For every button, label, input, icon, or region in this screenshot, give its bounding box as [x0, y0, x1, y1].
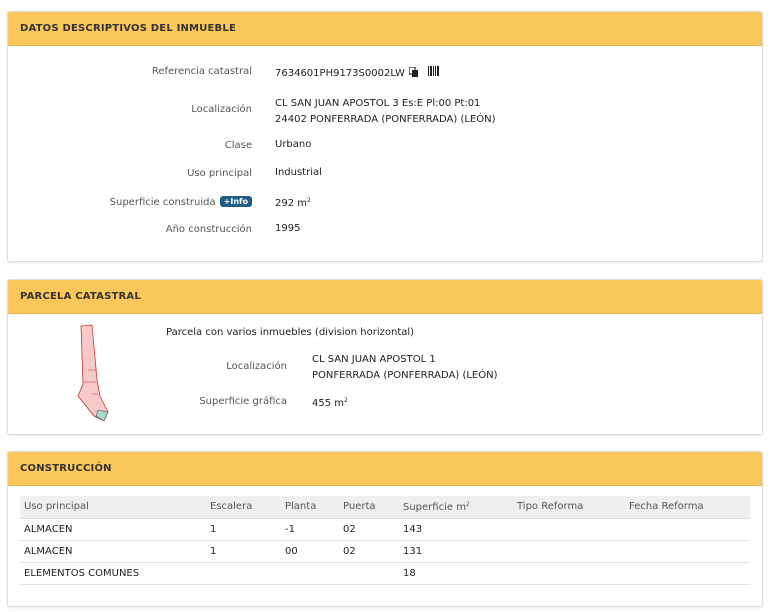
- cell-fecha-reforma: [625, 540, 750, 563]
- cell-superficie: 143: [399, 518, 513, 541]
- cell-escalera: [206, 562, 281, 585]
- copy-icon[interactable]: [408, 66, 418, 77]
- panel-header: DATOS DESCRIPTIVOS DEL INMUEBLE: [8, 12, 762, 46]
- superficie-grafica-text: 455 m: [312, 398, 345, 409]
- panel-parcela-catastral: PARCELA CATASTRAL Parcela con varios inm…: [7, 279, 763, 435]
- cell-fecha-reforma: [625, 562, 750, 585]
- label-referencia: Referencia catastral: [151, 66, 252, 77]
- label-localizacion: Localización: [191, 104, 252, 115]
- localizacion-line2: 24402 PONFERRADA (PONFERRADA) (LEÓN): [275, 114, 496, 125]
- label-parcela-localizacion: Localización: [226, 361, 287, 372]
- col-escalera: Escalera: [206, 496, 281, 519]
- referencia-text: 7634601PH9173S0002LW: [275, 68, 405, 79]
- cell-puerta: [339, 562, 399, 585]
- col-planta: Planta: [281, 496, 339, 519]
- col-fecha-reforma: Fecha Reforma: [625, 496, 750, 519]
- value-superficie-grafica: 455 m2: [312, 393, 348, 412]
- cell-superficie: 18: [399, 562, 513, 585]
- panel-header: PARCELA CATASTRAL: [8, 280, 762, 314]
- construccion-table: Uso principal Escalera Planta Puerta Sup…: [20, 496, 750, 585]
- panel-datos-descriptivos: DATOS DESCRIPTIVOS DEL INMUEBLE Referenc…: [7, 11, 763, 262]
- superficie-label-text: Superficie construida: [109, 197, 216, 208]
- table-header-row: Uso principal Escalera Planta Puerta Sup…: [20, 496, 750, 519]
- panel-title: DATOS DESCRIPTIVOS DEL INMUEBLE: [20, 23, 236, 34]
- value-superficie-construida: 292 m2: [275, 193, 311, 212]
- cell-tipo-reforma: [513, 518, 625, 541]
- cell-superficie: 131: [399, 540, 513, 563]
- cell-tipo-reforma: [513, 562, 625, 585]
- cell-fecha-reforma: [625, 518, 750, 541]
- table-row: ELEMENTOS COMUNES 18: [20, 562, 750, 585]
- col-tipo-reforma: Tipo Reforma: [513, 496, 625, 519]
- label-superficie-grafica: Superficie gráfica: [199, 396, 287, 407]
- label-superficie-construida: Superficie construida +Info: [110, 196, 252, 208]
- panel-header: CONSTRUCCIÓN: [8, 452, 762, 486]
- cell-uso: ELEMENTOS COMUNES: [20, 562, 206, 585]
- panel-title: PARCELA CATASTRAL: [20, 291, 141, 302]
- col-uso-principal: Uso principal: [20, 496, 206, 519]
- info-button[interactable]: +Info: [219, 196, 252, 207]
- unit-exponent: 2: [465, 500, 470, 508]
- label-anio-construccion: Año construcción: [165, 224, 252, 235]
- value-referencia: 7634601PH9173S0002LW: [275, 66, 440, 82]
- value-clase: Urbano: [275, 139, 312, 150]
- col-superficie: Superficie m2: [399, 496, 513, 519]
- localizacion-line1: CL SAN JUAN APOSTOL 3 Es:E Pl:00 Pt:01: [275, 98, 481, 109]
- parcela-localizacion-line1: CL SAN JUAN APOSTOL 1: [312, 354, 436, 365]
- cell-escalera: 1: [206, 540, 281, 563]
- col-superficie-text: Superficie m: [403, 501, 466, 513]
- superficie-value-text: 292 m: [275, 198, 308, 209]
- barcode-icon[interactable]: [427, 66, 440, 76]
- panel-construccion: CONSTRUCCIÓN Uso principal Escalera Plan…: [7, 451, 763, 607]
- parcela-localizacion-line2: PONFERRADA (PONFERRADA) (LEÓN): [312, 370, 498, 381]
- table-row: ALMACEN 1 00 02 131: [20, 540, 750, 563]
- cell-planta: 00: [281, 540, 339, 563]
- parcela-description: Parcela con varios inmuebles (division h…: [166, 327, 415, 338]
- value-parcela-localizacion: CL SAN JUAN APOSTOL 1 PONFERRADA (PONFER…: [312, 352, 498, 384]
- cell-tipo-reforma: [513, 540, 625, 563]
- cell-escalera: 1: [206, 518, 281, 541]
- label-uso-principal: Uso principal: [187, 168, 252, 179]
- cell-uso: ALMACEN: [20, 518, 206, 541]
- value-localizacion: CL SAN JUAN APOSTOL 3 Es:E Pl:00 Pt:01 2…: [275, 96, 496, 128]
- cell-planta: [281, 562, 339, 585]
- cell-planta: -1: [281, 518, 339, 541]
- label-clase: Clase: [224, 140, 252, 151]
- unit-exponent: 2: [344, 397, 348, 404]
- unit-exponent: 2: [307, 197, 311, 204]
- panel-title: CONSTRUCCIÓN: [20, 463, 112, 474]
- parcel-map[interactable]: [72, 324, 112, 427]
- cell-puerta: 02: [339, 540, 399, 563]
- col-puerta: Puerta: [339, 496, 399, 519]
- value-anio-construccion: 1995: [275, 223, 301, 234]
- value-uso-principal: Industrial: [275, 167, 322, 178]
- table-row: ALMACEN 1 -1 02 143: [20, 518, 750, 541]
- cell-puerta: 02: [339, 518, 399, 541]
- cell-uso: ALMACEN: [20, 540, 206, 563]
